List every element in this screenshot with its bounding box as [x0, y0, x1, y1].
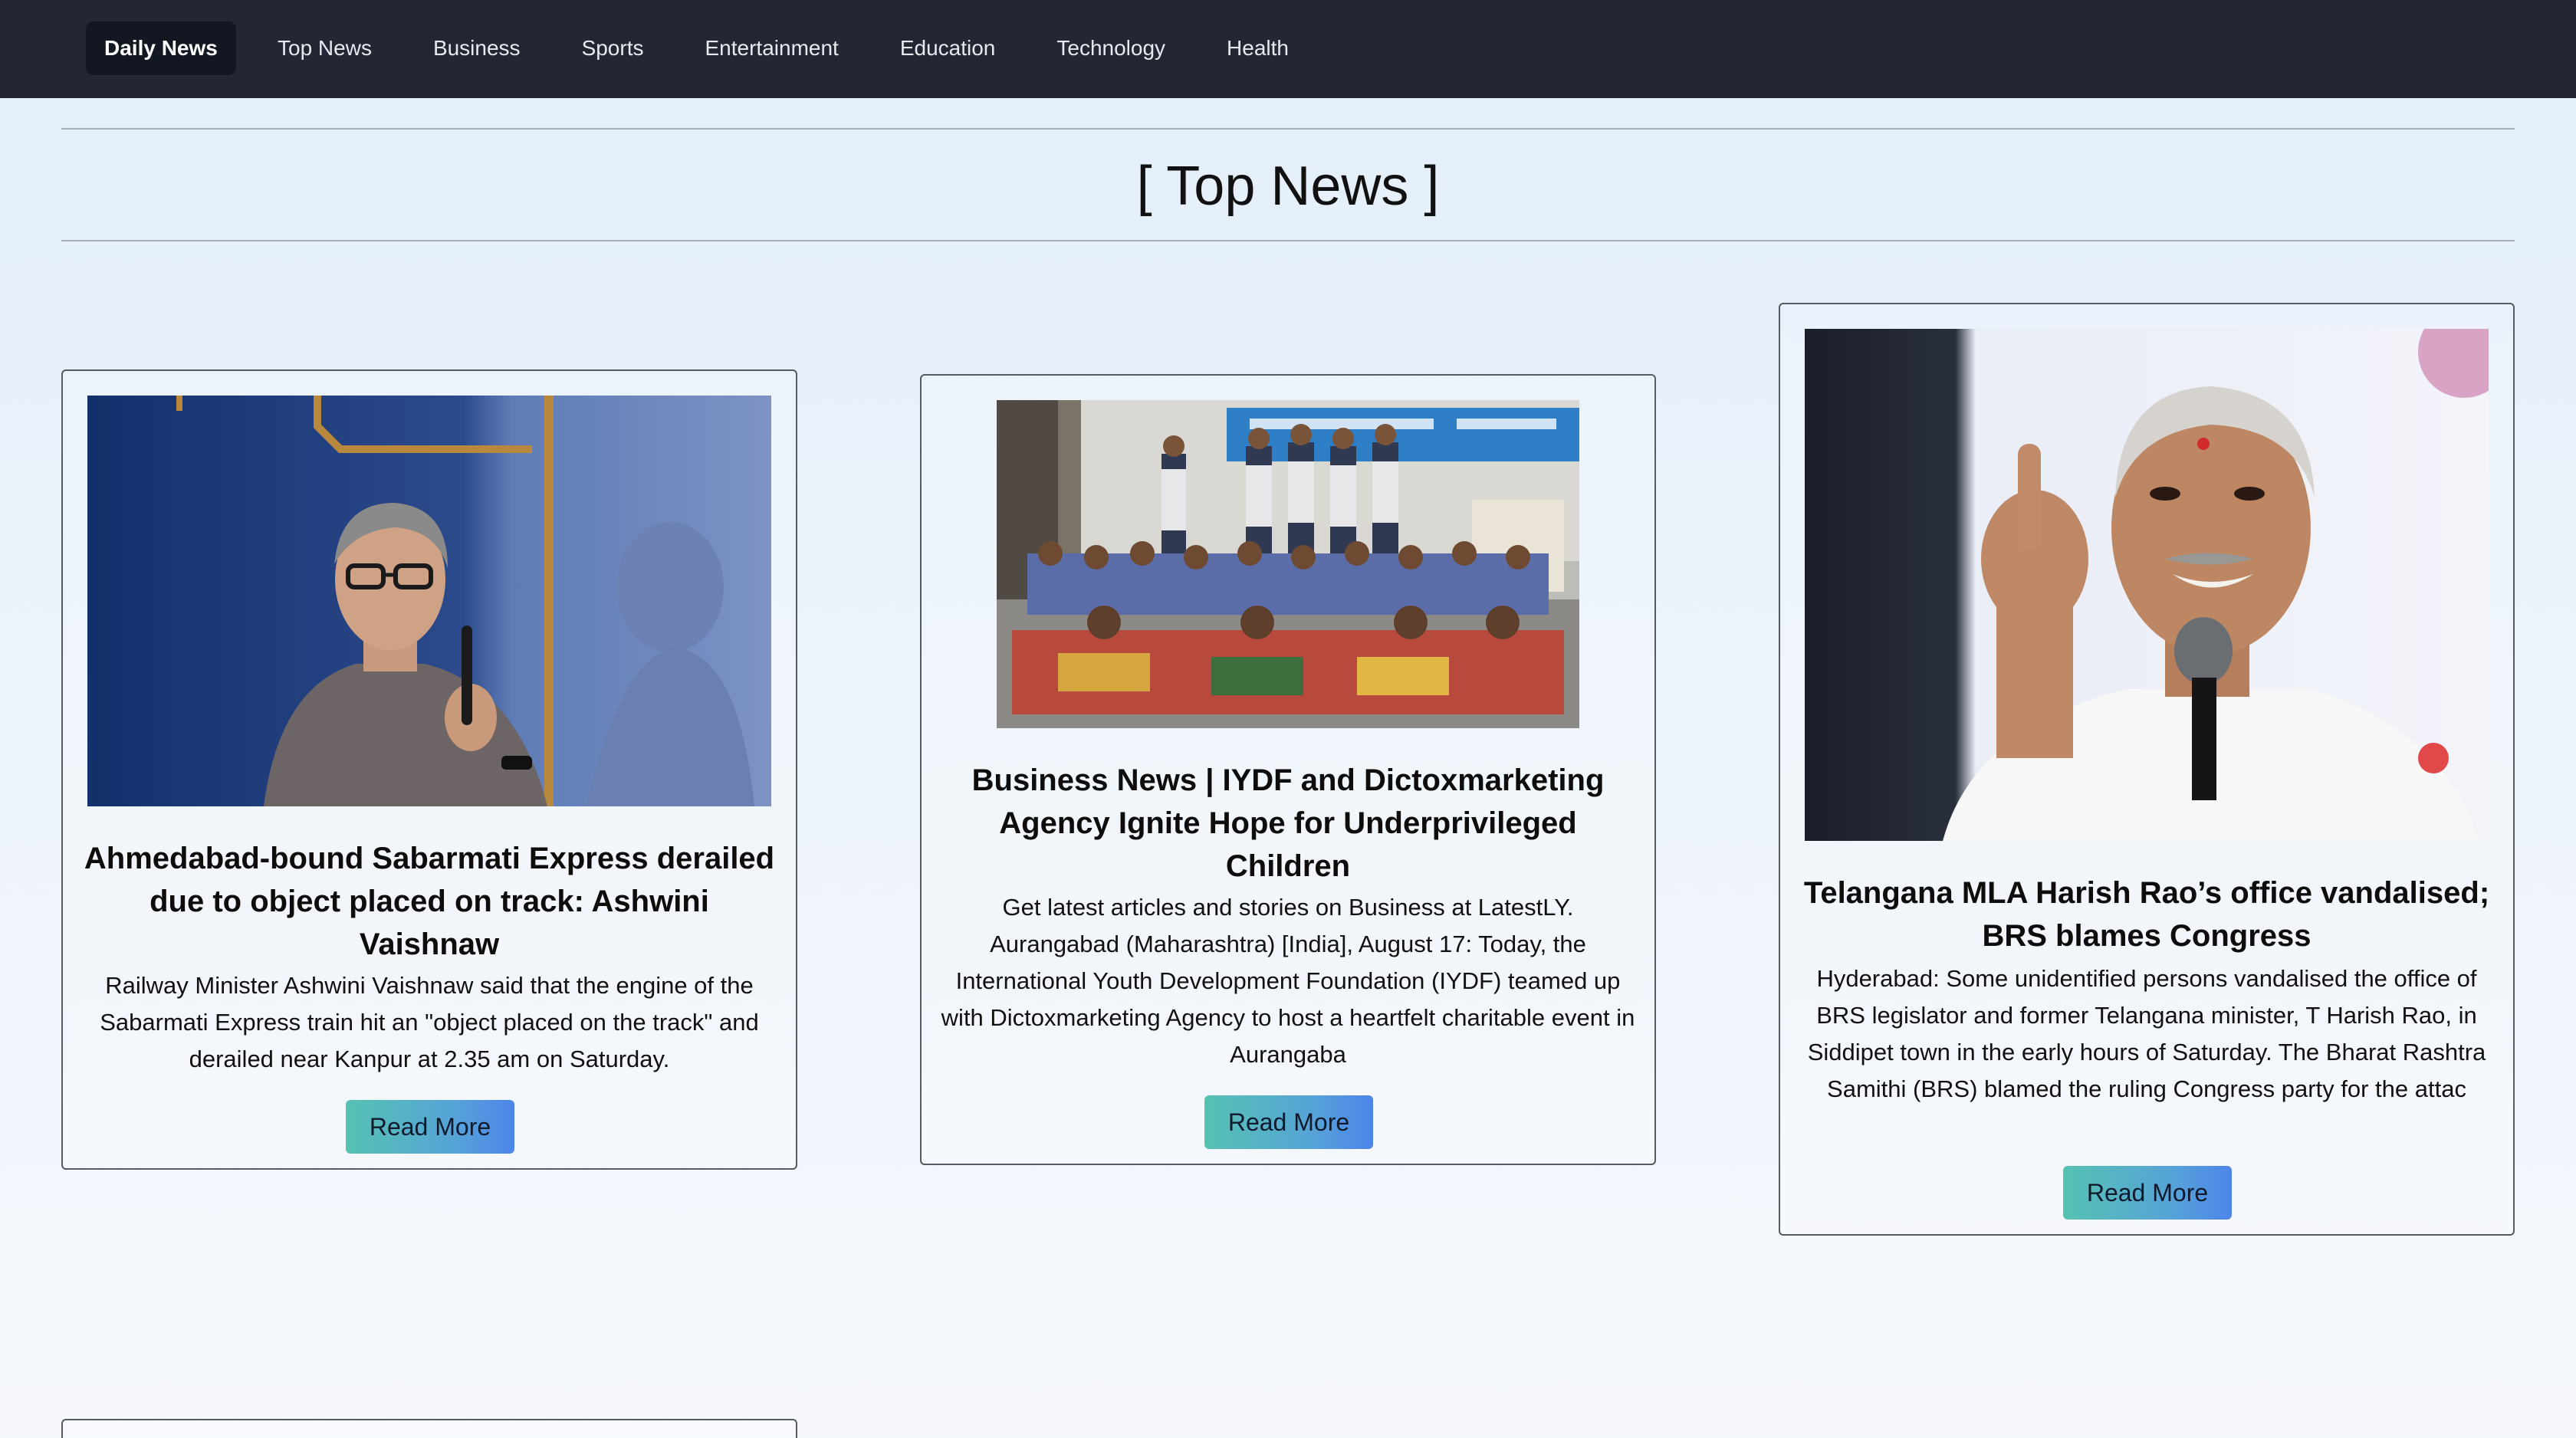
nav-link-health[interactable]: Health [1227, 21, 1289, 75]
section-divider-bottom [61, 240, 2515, 241]
news-card-image [997, 400, 1579, 728]
brand-link[interactable]: Daily News [86, 21, 236, 75]
nav-link-top-news[interactable]: Top News [278, 21, 372, 75]
news-card-description: Railway Minister Ashwini Vaishnaw said t… [100, 972, 759, 1072]
nav-link-sports[interactable]: Sports [582, 21, 644, 75]
read-more-button[interactable]: Read More [1204, 1095, 1373, 1149]
nav-link-entertainment[interactable]: Entertainment [705, 21, 839, 75]
news-card-image [1805, 329, 2489, 841]
nav-links: Top News Business Sports Entertainment E… [278, 21, 1289, 75]
nav-link-business[interactable]: Business [433, 21, 521, 75]
read-more-button[interactable]: Read More [346, 1100, 514, 1154]
news-card: Business News | IYDF and Dictoxmarketing… [920, 374, 1656, 1165]
news-card-title[interactable]: Ahmedabad-bound Sabarmati Express derail… [81, 837, 777, 966]
news-card: Ahmedabad-bound Sabarmati Express derail… [61, 369, 797, 1170]
section-title: [ Top News ] [1136, 156, 1440, 217]
nav-link-technology[interactable]: Technology [1056, 21, 1165, 75]
news-card: Telangana MLA Harish Rao’s office vandal… [1779, 303, 2515, 1236]
news-card-title[interactable]: Telangana MLA Harish Rao’s office vandal… [1799, 872, 2495, 957]
news-card-image [87, 396, 771, 806]
section-divider-top [61, 128, 2515, 130]
nav-link-education[interactable]: Education [900, 21, 996, 75]
news-card-description: Get latest articles and stories on Busin… [941, 894, 1635, 1068]
news-card-description: Hyderabad: Some unidentified persons van… [1807, 965, 2486, 1102]
read-more-button[interactable]: Read More [2063, 1166, 2232, 1220]
news-card-title[interactable]: Business News | IYDF and Dictoxmarketing… [940, 759, 1636, 888]
news-card [61, 1419, 797, 1438]
top-navbar: Daily News Top News Business Sports Ente… [0, 0, 2576, 98]
